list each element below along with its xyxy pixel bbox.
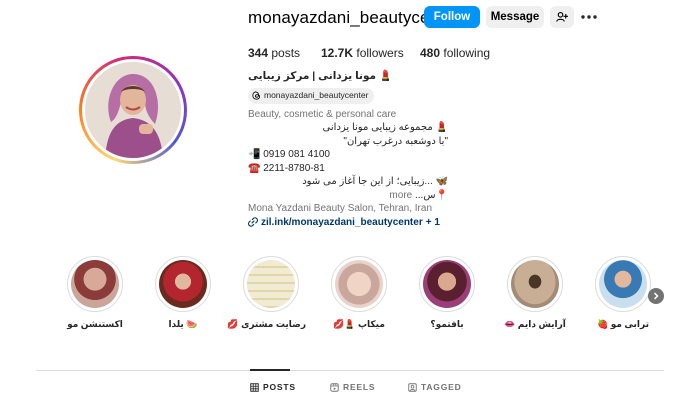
highlight-label: 🍉 یلدا [168, 319, 198, 329]
link-icon [248, 217, 258, 227]
highlights-next-button[interactable] [648, 288, 664, 304]
highlight-cover [511, 260, 559, 308]
highlight-label: بافتمو؟ [430, 319, 464, 329]
profile-location[interactable]: Mona Yazdani Beauty Salon, Tehran, Iran [248, 202, 448, 216]
more-options-button[interactable] [578, 8, 600, 26]
follow-button[interactable]: Follow [424, 6, 480, 28]
avatar-portrait-icon [85, 62, 181, 158]
following-stat[interactable]: 480 following [420, 46, 490, 60]
highlight-ring [419, 256, 475, 312]
bio-line-truncated: 📍س... more [248, 189, 448, 203]
highlight-ring [507, 256, 563, 312]
highlight-item[interactable]: میکاپ 💄💋 [324, 256, 394, 330]
highlight-ring [155, 256, 211, 312]
tab-posts[interactable]: POSTS [250, 382, 296, 392]
profile-full-name: 💄 مونا یزدانی | مرکز زیبایی [248, 70, 393, 82]
highlight-ring [243, 256, 299, 312]
active-tab-indicator [250, 369, 290, 371]
more-link[interactable]: more [389, 190, 412, 201]
highlight-ring [331, 256, 387, 312]
profile-link[interactable]: zil.ink/monayazdani_beautycenter + 1 [248, 216, 448, 230]
threads-icon [252, 91, 261, 100]
tab-posts-label: POSTS [263, 382, 296, 392]
avatar-photo [85, 62, 181, 158]
profile-avatar[interactable] [79, 56, 187, 164]
highlight-cover [71, 260, 119, 308]
highlight-cover [159, 260, 207, 308]
bio-line: "با دوشعبه درغرب تهران" [343, 135, 448, 147]
followers-count: 12.7K [321, 46, 354, 60]
link-text: zil.ink/monayazdani_beautycenter [261, 216, 423, 228]
highlight-ring [67, 256, 123, 312]
highlight-label: ترابی مو 🍓 [597, 319, 649, 329]
highlight-label: رضایت مشتری 💋 [227, 319, 306, 329]
tab-reels[interactable]: REELS [330, 382, 375, 392]
threads-handle: monayazdani_beautycenter [264, 89, 369, 100]
posts-label: posts [271, 46, 301, 60]
profile-tabs: POSTS REELS TAGGED [0, 369, 700, 400]
bio-phone-landline: ☎️ 2211-8780-81 [248, 162, 325, 174]
highlight-item[interactable]: 🍉 یلدا [148, 256, 218, 330]
grid-icon [250, 382, 259, 392]
following-label: following [443, 46, 491, 60]
highlight-label: میکاپ 💄💋 [333, 319, 385, 329]
bio-line: 💄 مجموعه زیبایی مونا یزدانی [322, 122, 448, 133]
threads-badge[interactable]: monayazdani_beautycenter [248, 87, 375, 104]
tab-reels-label: REELS [343, 382, 376, 392]
highlight-item[interactable]: بافتمو؟ [412, 256, 482, 330]
highlight-item[interactable]: رضایت مشتری 💋 [227, 256, 306, 330]
highlight-ring [595, 256, 651, 312]
link-extra-count: + 1 [425, 216, 440, 228]
avatar-ring-gap [82, 59, 184, 161]
reels-icon [330, 382, 339, 392]
bio-line: 🦋 ...زیبایی؛ از این جا آغاز می شود [302, 176, 448, 187]
profile-bio: 💄 مونا یزدانی | مرکز زیبایی monayazdani_… [248, 70, 448, 229]
highlight-label: اکستنشن مو [67, 319, 123, 329]
profile-category: Beauty, cosmetic & personal care [248, 108, 397, 120]
highlight-cover [335, 260, 383, 308]
highlight-cover [599, 260, 647, 308]
highlight-item[interactable]: آرایش دایم 👄 [500, 256, 570, 330]
posts-count: 344 [248, 46, 269, 60]
add-user-icon [556, 11, 568, 22]
message-button[interactable]: Message [486, 6, 544, 28]
tab-tagged-label: TAGGED [421, 382, 462, 392]
suggest-users-button[interactable] [550, 6, 574, 28]
highlight-cover [247, 260, 295, 308]
highlight-label: آرایش دایم 👄 [504, 319, 566, 329]
following-count: 480 [420, 46, 441, 60]
chevron-right-icon [653, 292, 659, 300]
highlight-cover [423, 260, 471, 308]
story-highlights: اکستنشن مو 🍉 یلدا رضایت مشتری 💋 میکاپ 💄💋… [60, 256, 680, 336]
bio-phone-mobile: 📲 0919 081 4100 [248, 149, 330, 160]
posts-stat: 344 posts [248, 46, 300, 60]
more-dots-icon [581, 15, 597, 19]
highlight-item[interactable]: اکستنشن مو [60, 256, 130, 330]
followers-label: followers [356, 46, 404, 60]
tab-tagged[interactable]: TAGGED [408, 382, 462, 392]
followers-stat[interactable]: 12.7K followers [321, 46, 404, 60]
bio-truncated-text: 📍س... [415, 189, 448, 201]
tagged-user-icon [408, 382, 417, 392]
